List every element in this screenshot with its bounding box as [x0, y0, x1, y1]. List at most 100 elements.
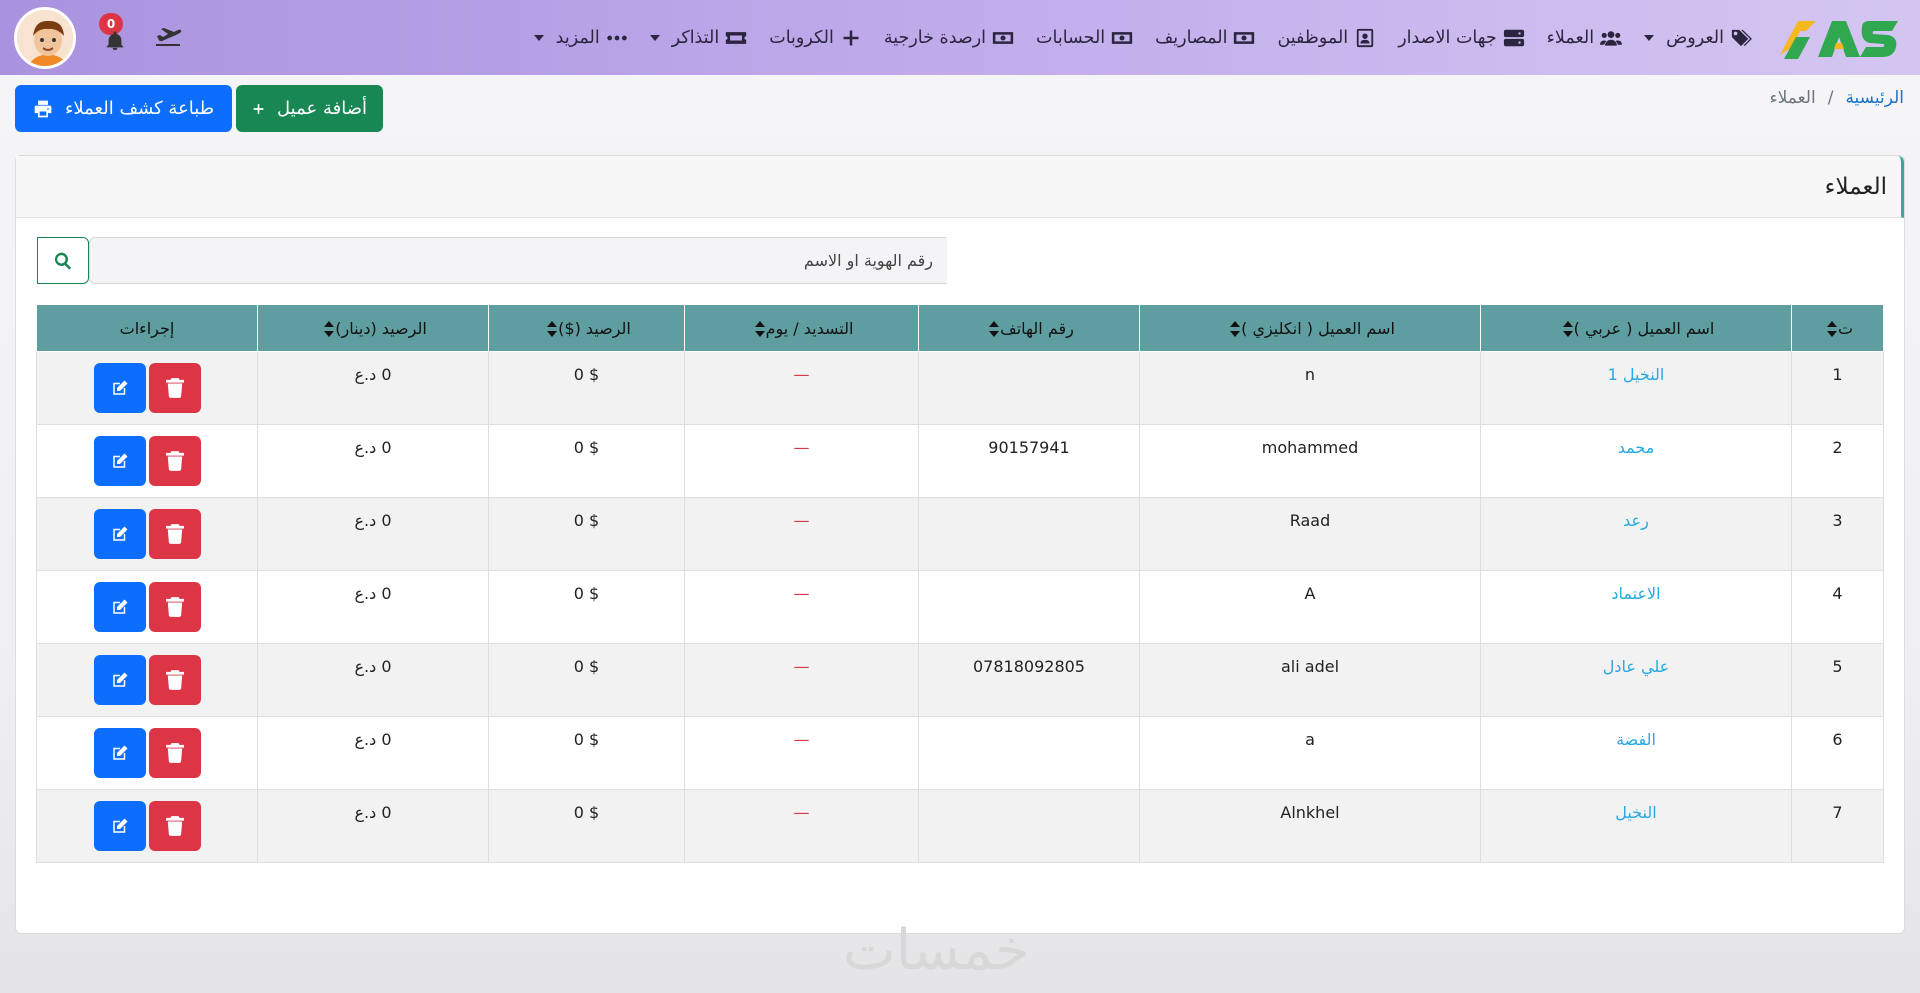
nav-item-2[interactable]: جهات الاصدار — [1398, 28, 1524, 48]
column-header-5[interactable]: الرصيد ($) — [488, 304, 685, 352]
brand-logo[interactable] — [1776, 13, 1902, 63]
column-header-2[interactable]: اسم العميل ( انكليزي ) — [1139, 304, 1481, 352]
balance-usd: $ 0 — [488, 570, 685, 644]
column-header-label: اسم العميل ( انكليزي ) — [1241, 318, 1395, 338]
breadcrumb-current: العملاء — [1769, 88, 1816, 108]
edit-button[interactable] — [93, 582, 146, 632]
row-index: 6 — [1791, 716, 1884, 790]
table-row: 1 النخيل 1 n — $ 00 د.ع — [36, 351, 1884, 425]
customer-name-en: a — [1139, 716, 1481, 790]
sort-icon — [754, 321, 766, 337]
edit-button[interactable] — [93, 509, 146, 559]
payment-day: — — [684, 789, 919, 863]
column-header-3[interactable]: رقم الهاتف — [918, 304, 1140, 352]
sort-icon — [1229, 321, 1241, 337]
nav-item-7[interactable]: الكروبات — [769, 28, 862, 48]
watermark: خمسات — [843, 918, 1030, 983]
caret-down-icon — [533, 34, 544, 41]
edit-button[interactable] — [93, 801, 146, 851]
delete-button[interactable] — [148, 436, 201, 486]
add-customer-label: أضافة عميل — [277, 98, 367, 119]
trash-icon — [165, 743, 184, 763]
nav-item-3[interactable]: الموظفين — [1277, 28, 1376, 48]
print-customers-button[interactable]: طباعة كشف العملاء — [15, 85, 232, 132]
nav-item-5[interactable]: الحسابات — [1036, 28, 1133, 48]
bell-icon — [106, 30, 124, 50]
notifications-button[interactable]: 0 — [99, 12, 128, 52]
customer-name-en: ali adel — [1139, 643, 1481, 717]
nav-item-label: العملاء — [1546, 27, 1595, 48]
phone-number — [918, 351, 1140, 425]
edit-button[interactable] — [93, 655, 146, 705]
trash-icon — [165, 816, 184, 836]
customer-name-ar-link[interactable]: الفضة — [1480, 716, 1792, 790]
column-header-label: رقم الهاتف — [1000, 318, 1074, 338]
breadcrumb: الرئيسية / العملاء — [1770, 88, 1904, 108]
customer-name-ar-link[interactable]: النخيل — [1480, 789, 1792, 863]
phone-number — [918, 789, 1140, 863]
id-card-icon — [1354, 28, 1376, 48]
delete-button[interactable] — [148, 801, 201, 851]
edit-icon — [112, 818, 127, 833]
nav-item-label: الكروبات — [769, 27, 834, 48]
nav-item-8[interactable]: التذاكر — [649, 28, 748, 48]
column-header-0[interactable]: ت — [1791, 304, 1884, 352]
nav-item-label: العروض — [1666, 27, 1724, 48]
row-index: 1 — [1791, 351, 1884, 425]
user-avatar[interactable] — [14, 6, 76, 69]
sort-icon — [323, 321, 335, 337]
column-header-1[interactable]: اسم العميل ( عربي ) — [1480, 304, 1792, 352]
add-customer-button[interactable]: أضافة عميل — [236, 85, 383, 132]
nav-item-1[interactable]: العملاء — [1546, 27, 1623, 48]
edit-button[interactable] — [93, 436, 146, 486]
ticket-icon — [725, 28, 747, 48]
nav-item-4[interactable]: المصاريف — [1155, 28, 1255, 48]
balance-usd: $ 0 — [488, 716, 685, 790]
delete-button[interactable] — [148, 728, 201, 778]
row-actions — [36, 424, 258, 498]
top-navbar: العروض العملاء جهات الاصدار الموظفين المصاري… — [0, 0, 1920, 75]
customers-table-wrapper: ت اسم العميل ( عربي ) اسم العميل ( انكليزي… — [36, 304, 1884, 863]
plus-icon — [840, 28, 862, 48]
delete-button[interactable] — [148, 509, 201, 559]
row-actions — [36, 716, 258, 790]
delete-button[interactable] — [148, 582, 201, 632]
sort-icon — [1562, 321, 1574, 337]
row-index: 3 — [1791, 497, 1884, 571]
row-actions — [36, 497, 258, 571]
payment-day: — — [684, 351, 919, 425]
nav-item-label: الحسابات — [1036, 27, 1106, 48]
column-header-label: الرصيد ($) — [558, 318, 631, 338]
nav-item-0[interactable]: العروض — [1644, 28, 1752, 48]
trash-icon — [165, 451, 184, 471]
phone-number: 07818092805 — [918, 643, 1140, 717]
balance-iqd: 0 د.ع — [257, 424, 489, 498]
breadcrumb-home-link[interactable]: الرئيسية — [1845, 88, 1904, 108]
edit-button[interactable] — [93, 363, 146, 413]
search-input[interactable] — [89, 237, 947, 284]
delete-button[interactable] — [148, 363, 201, 413]
table-row: 4 الاعتماد A — $ 00 د.ع — [36, 570, 1884, 644]
column-header-6[interactable]: الرصيد (دينار) — [257, 304, 489, 352]
flights-button[interactable] — [154, 24, 182, 52]
customer-name-ar-link[interactable]: الاعتماد — [1480, 570, 1792, 644]
trash-icon — [165, 597, 184, 617]
nav-item-6[interactable]: ارصدة خارجية — [884, 28, 1014, 48]
customer-name-en: A — [1139, 570, 1481, 644]
customer-name-ar-link[interactable]: علي عادل — [1480, 643, 1792, 717]
page-actions: طباعة كشف العملاء أضافة عميل — [15, 85, 383, 132]
print-customers-label: طباعة كشف العملاء — [64, 98, 215, 119]
delete-button[interactable] — [148, 655, 201, 705]
edit-button[interactable] — [93, 728, 146, 778]
nav-item-label: الموظفين — [1277, 27, 1349, 48]
trash-icon — [165, 524, 184, 544]
edit-icon — [112, 380, 127, 395]
customer-name-ar-link[interactable]: رعد — [1480, 497, 1792, 571]
search-button[interactable] — [37, 237, 89, 284]
column-header-4[interactable]: التسديد / يوم — [684, 304, 919, 352]
payment-day: — — [684, 570, 919, 644]
customer-name-ar-link[interactable]: محمد — [1480, 424, 1792, 498]
customer-name-ar-link[interactable]: النخيل 1 — [1480, 351, 1792, 425]
row-actions — [36, 351, 258, 425]
nav-item-9[interactable]: المزيد — [533, 28, 628, 48]
